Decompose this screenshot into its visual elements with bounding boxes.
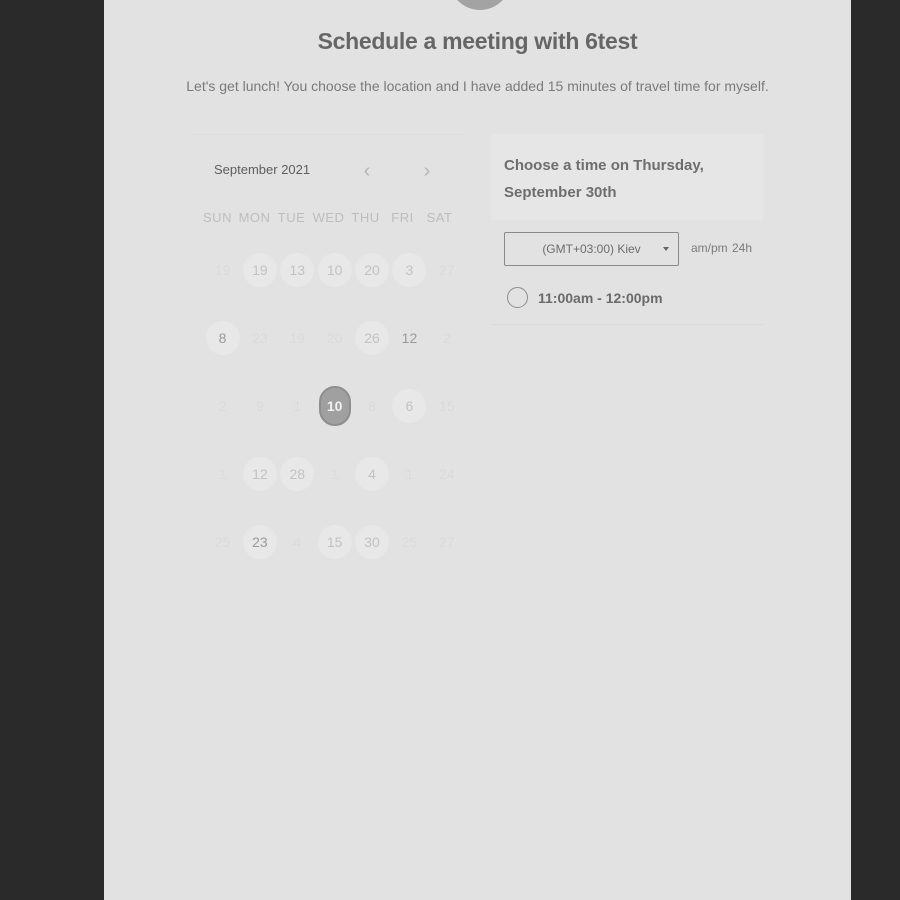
calendar-day: 27 — [439, 262, 455, 278]
chevron-left-icon[interactable]: ‹ — [356, 160, 378, 182]
weekday-tue: TUE — [277, 210, 306, 225]
calendar-day: 27 — [439, 534, 455, 550]
calendar-day[interactable]: 20 — [354, 251, 391, 289]
weekday-sun: SUN — [203, 210, 232, 225]
caret-down-icon — [663, 247, 669, 251]
calendar-day[interactable]: 15 — [316, 523, 353, 561]
calendar-day: 19 — [289, 330, 306, 346]
calendar-day: 1 — [293, 398, 302, 414]
calendar-day[interactable]: 12 — [241, 455, 278, 493]
weekday-mon: MON — [238, 210, 271, 225]
calendar-day[interactable]: 6 — [391, 387, 428, 425]
calendar-day[interactable]: 4 — [354, 455, 391, 493]
calendar-grid: 19 19 13 10 20 3 27 8 23 19 20 26 12 2 2… — [204, 251, 466, 591]
weekday-header: SUN MON TUE WED THU FRI SAT — [199, 210, 458, 225]
calendar-day: 2 — [218, 398, 227, 414]
time-heading: Choose a time on Thursday, September 30t… — [504, 157, 704, 201]
calendar-day: 1 — [218, 466, 227, 482]
calendar-day[interactable]: 30 — [354, 523, 391, 561]
calendar-day: 19 — [214, 262, 231, 278]
calendar-day[interactable]: 23 — [241, 523, 278, 561]
calendar-day: 23 — [252, 330, 268, 346]
calendar-day[interactable]: 28 — [279, 455, 316, 493]
weekday-thu: THU — [351, 210, 380, 225]
chevron-right-icon[interactable]: › — [416, 160, 438, 182]
page-title: Schedule a meeting with 6test — [317, 28, 638, 54]
calendar-day[interactable]: 8 — [204, 319, 241, 357]
calendar-day[interactable]: 19 — [241, 251, 278, 289]
calendar-day: 25 — [214, 534, 231, 550]
calendar-day: 2 — [442, 330, 451, 346]
time-slot-divider — [491, 324, 763, 325]
month-label: September 2021 — [214, 162, 311, 177]
weekday-fri: FRI — [391, 210, 414, 225]
weekday-wed: WED — [312, 210, 345, 225]
calendar-day: 1 — [405, 466, 414, 482]
calendar-day: 9 — [255, 398, 264, 414]
calendar-day[interactable]: 10 — [316, 251, 353, 289]
calendar-day: 24 — [439, 466, 455, 482]
calendar-day: 8 — [368, 398, 376, 414]
calendar-day: 1 — [330, 466, 339, 482]
format-24h-toggle[interactable]: 24h — [732, 241, 752, 255]
timezone-value: (GMT+03:00) Kiev — [542, 242, 641, 256]
calendar-day: 4 — [293, 534, 302, 550]
calendar-day[interactable]: 26 — [354, 319, 391, 357]
calendar-divider — [192, 134, 464, 135]
calendar-day[interactable]: 3 — [391, 251, 428, 289]
weekday-sat: SAT — [426, 210, 453, 225]
calendar-day[interactable]: 13 — [279, 251, 316, 289]
timezone-select[interactable]: (GMT+03:00) Kiev — [504, 232, 679, 266]
time-slot-radio[interactable] — [507, 287, 528, 308]
calendar-day: 25 — [401, 534, 418, 550]
calendar-day-selected[interactable]: 10 — [316, 386, 353, 426]
meeting-description: Let's get lunch! You choose the location… — [186, 78, 769, 94]
calendar-day: 20 — [326, 330, 343, 346]
calendar-day[interactable]: 12 — [391, 319, 428, 357]
format-ampm-toggle[interactable]: am/pm — [691, 241, 728, 255]
time-slot-label[interactable]: 11:00am - 12:00pm — [538, 290, 663, 306]
calendar-day: 15 — [439, 398, 455, 414]
